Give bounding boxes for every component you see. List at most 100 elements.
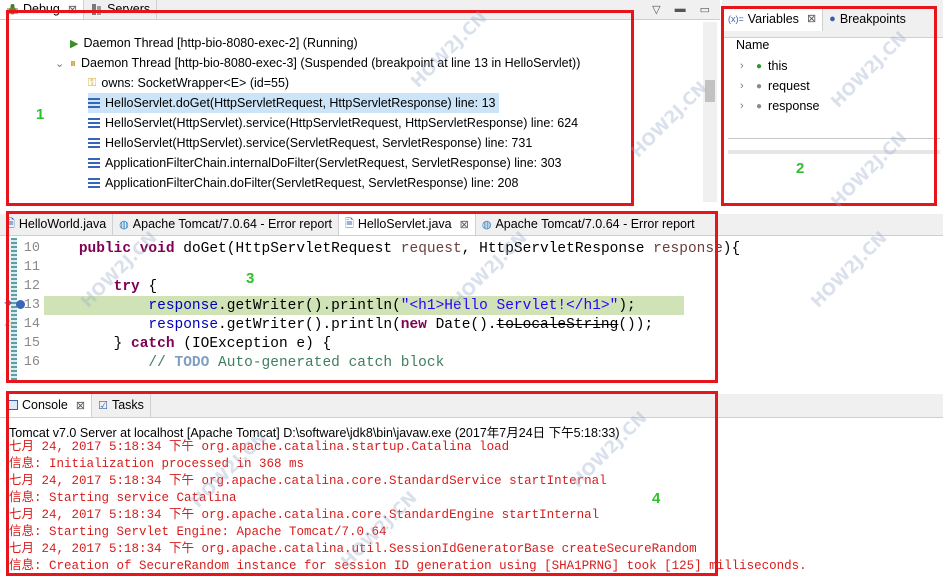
variables-icon: (x)= — [728, 13, 744, 24]
console-line: 七月 24, 2017 5:18:34 下午 org.apache.catali… — [9, 440, 510, 454]
tab-servers[interactable]: Servers — [84, 0, 158, 19]
region-number-1: 1 — [36, 106, 45, 123]
thread-suspended-icon: ⏸ — [70, 55, 77, 70]
chevron-right-icon[interactable]: › — [740, 60, 750, 72]
thread-row-running[interactable]: ▶ Daemon Thread [http-bio-8080-exec-2] (… — [70, 33, 358, 53]
code-line-11[interactable]: 11 — [0, 258, 943, 277]
editor-tab[interactable]: 🗎 HelloWorld.java — [0, 213, 114, 235]
comment: Auto-generated catch block — [209, 354, 445, 371]
console-line: 七月 24, 2017 5:18:34 下午 org.apache.catali… — [9, 542, 697, 556]
tab-console[interactable]: Console ⊠ — [0, 393, 93, 417]
java-file-icon: 🗎 — [6, 217, 15, 230]
editor-tab[interactable]: ◍ Apache Tomcat/7.0.64 - Error report — [113, 213, 339, 235]
tab-variables[interactable]: (x)= Variables ⊠ — [722, 6, 824, 31]
stack-frame-icon — [88, 138, 100, 148]
monitor-row[interactable]: ⚿ owns: SocketWrapper<E> (id=55) — [88, 73, 289, 93]
debug-scrollbar[interactable] — [703, 22, 717, 202]
variable-row-this[interactable]: › ● this — [740, 56, 788, 76]
tab-breakpoints-label: Breakpoints — [839, 11, 906, 26]
tab-console-label: Console — [22, 398, 68, 412]
line-number: 15 — [23, 336, 40, 351]
variable-name: response — [768, 99, 820, 113]
debug-tabbar: Debug ⊠ Servers ▽ ▬ ▭ — [0, 0, 720, 20]
stack-frame-icon — [88, 158, 100, 168]
editor-tab-active[interactable]: 🗎 HelloServlet.java ⊠ — [338, 213, 476, 235]
tab-tasks-label: Tasks — [111, 398, 144, 412]
chevron-right-icon[interactable]: › — [740, 80, 750, 92]
region-number-4: 4 — [652, 490, 661, 507]
param: response — [653, 240, 723, 257]
stack-frame-label: HelloServlet(HttpServlet).service(HttpSe… — [105, 116, 579, 130]
minimize-icon[interactable]: ▬ — [675, 3, 686, 16]
thread-label: Daemon Thread [http-bio-8080-exec-2] (Ru… — [83, 36, 358, 50]
monitor-label: owns: SocketWrapper<E> (id=55) — [101, 76, 290, 90]
field-icon: ● — [756, 60, 763, 72]
view-menu-icon[interactable]: ▽ — [652, 3, 660, 16]
chevron-down-icon[interactable]: ⌄ — [55, 57, 65, 70]
tab-servers-label: Servers — [107, 2, 151, 16]
console-line: 信息: Initialization processed in 368 ms — [9, 457, 305, 471]
code-text: , HttpServletResponse — [461, 240, 654, 257]
code-line-10[interactable]: 10 public void doGet(HttpServletRequest … — [0, 239, 943, 258]
variables-divider — [728, 138, 940, 139]
stack-frame-row[interactable]: HelloServlet(HttpServlet).service(HttpSe… — [88, 113, 578, 133]
stack-frame-row[interactable]: HelloServlet.doGet(HttpServletRequest, H… — [88, 93, 500, 113]
stack-frame-label: ApplicationFilterChain.doFilter(ServletR… — [105, 176, 519, 190]
chevron-right-icon[interactable]: › — [740, 100, 750, 112]
code-text: } — [113, 335, 132, 352]
debug-view: Debug ⊠ Servers ▽ ▬ ▭ ▶ Daemon Thread [h… — [0, 0, 720, 205]
local-variable-icon: ● — [756, 100, 763, 112]
tasks-icon: ☑ — [98, 399, 108, 412]
code-line-14[interactable]: 14 response .getWriter().println(new Date… — [0, 315, 943, 334]
close-icon[interactable]: ⊠ — [807, 12, 816, 25]
code-text: Date(). — [426, 316, 497, 333]
scrollbar-thumb[interactable] — [705, 80, 715, 102]
stack-frame-row[interactable]: ApplicationFilterChain.doFilter(ServletR… — [88, 173, 518, 193]
region-number-3: 3 — [246, 270, 255, 287]
editor-tab[interactable]: ◍ Apache Tomcat/7.0.64 - Error report — [476, 213, 701, 235]
tab-debug[interactable]: Debug ⊠ — [0, 0, 85, 19]
variable-row-request[interactable]: › ● request — [740, 76, 810, 96]
code-line-15[interactable]: 15 } catch (IOException e) { — [0, 334, 943, 353]
line-number: 16 — [23, 355, 40, 370]
variable-ref: response — [148, 316, 219, 333]
code-text: ); — [618, 297, 636, 314]
keyword: void — [139, 240, 175, 257]
tab-variables-label: Variables — [747, 11, 799, 26]
key-icon: ⚿ — [88, 76, 97, 89]
code-text: ()); — [618, 316, 654, 333]
variable-row-response[interactable]: › ● response — [740, 96, 819, 116]
warning-icon: ⚠ — [4, 318, 13, 329]
keyword: try — [113, 278, 140, 295]
debug-bug-icon — [6, 3, 19, 16]
variables-detail-divider[interactable] — [728, 150, 940, 154]
maximize-icon[interactable]: ▭ — [700, 3, 710, 16]
variables-column-header[interactable]: Name — [736, 38, 769, 52]
tab-breakpoints[interactable]: ● Breakpoints — [823, 7, 912, 31]
stack-frame-label: HelloServlet.doGet(HttpServletRequest, H… — [105, 96, 496, 110]
stack-frame-row[interactable]: HelloServlet(HttpServlet).service(Servle… — [88, 133, 532, 153]
console-line: 七月 24, 2017 5:18:34 下午 org.apache.catali… — [9, 508, 600, 522]
console-line: 信息: Creation of SecureRandom instance fo… — [9, 559, 807, 573]
code-line-13[interactable]: 13 response .getWriter().println("<h1>Hel… — [0, 296, 943, 315]
keyword: new — [400, 316, 427, 333]
console-line: 七月 24, 2017 5:18:34 下午 org.apache.catali… — [9, 474, 607, 488]
tab-tasks[interactable]: ☑ Tasks — [92, 393, 151, 417]
thread-running-icon: ▶ — [70, 37, 79, 50]
comment: // — [148, 354, 175, 371]
console-tabbar: Console ⊠ ☑ Tasks — [0, 393, 943, 418]
code-line-16[interactable]: 16 // TODO Auto-generated catch block — [0, 353, 943, 372]
view-toolbar: ▽ ▬ ▭ — [652, 3, 710, 16]
close-icon[interactable]: ⊠ — [76, 399, 85, 412]
stack-frame-row[interactable]: ApplicationFilterChain.internalDoFilter(… — [88, 153, 561, 173]
keyword: catch — [131, 335, 175, 352]
local-variable-icon: ● — [756, 80, 763, 92]
thread-row-suspended[interactable]: ⌄ ⏸ Daemon Thread [http-bio-8080-exec-3]… — [55, 53, 580, 73]
close-icon[interactable]: ⊠ — [460, 218, 469, 231]
code-line-12[interactable]: 12 try { — [0, 277, 943, 296]
close-icon[interactable]: ⊠ — [68, 3, 77, 16]
breakpoint-marker[interactable] — [16, 300, 25, 309]
browser-icon: ◍ — [481, 218, 492, 231]
code-text: { — [139, 278, 158, 295]
param: request — [400, 240, 462, 257]
